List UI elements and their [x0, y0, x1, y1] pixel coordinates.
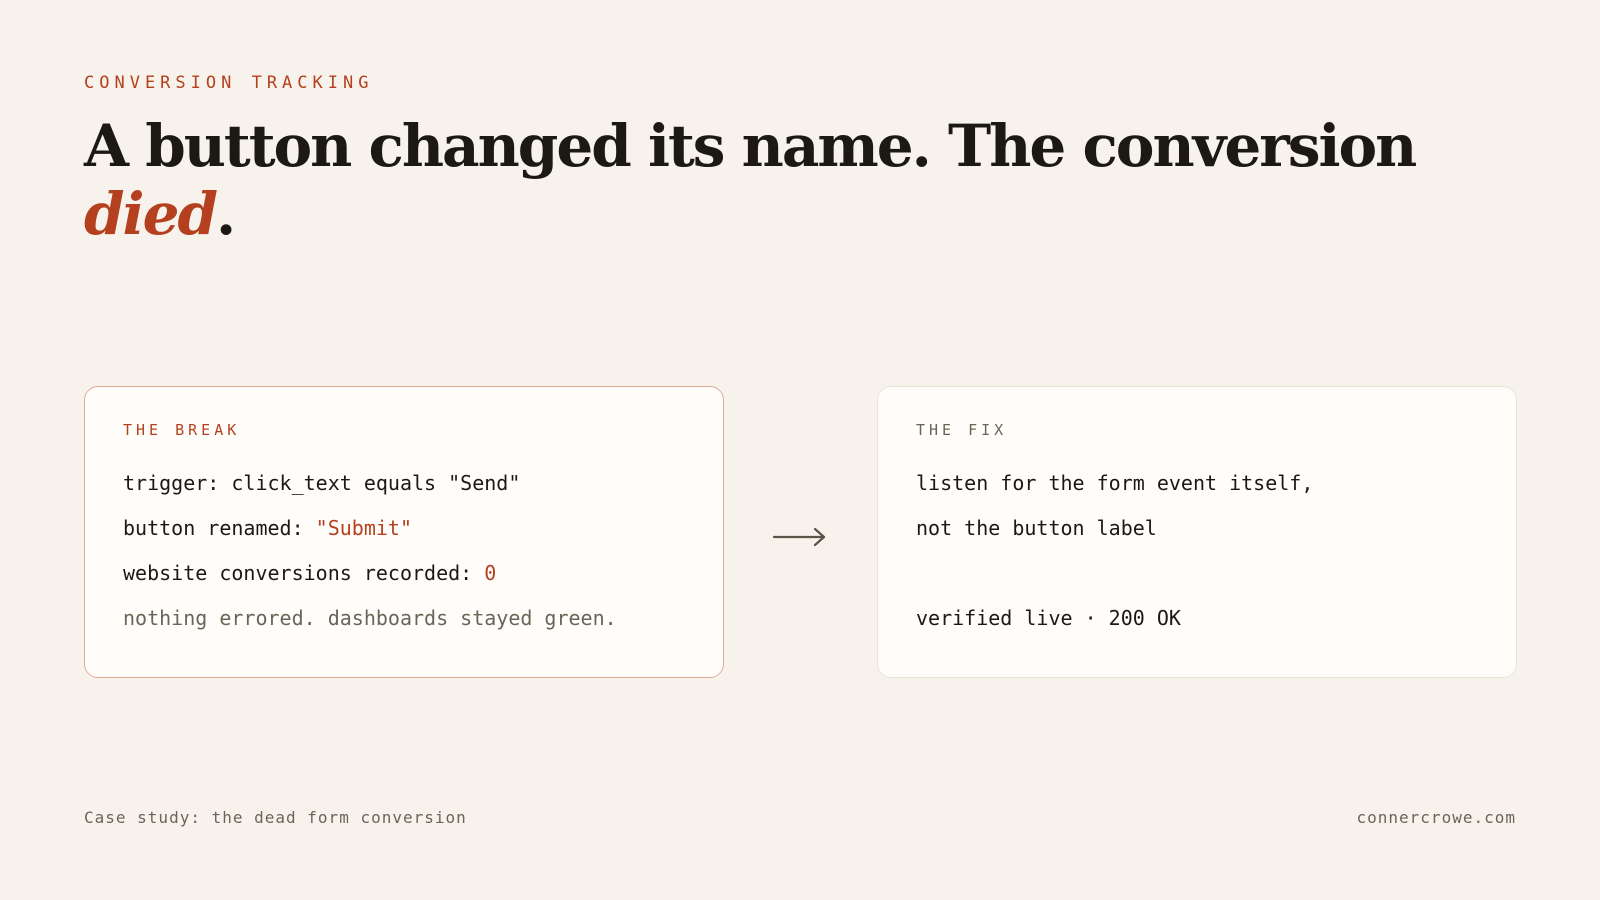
break-conversions-prefix: website conversions recorded:: [123, 561, 485, 585]
headline-end: .: [216, 180, 236, 248]
arrow-right-icon: [772, 527, 826, 547]
break-renamed-prefix: button renamed:: [123, 516, 316, 540]
break-card-label: THE BREAK: [123, 421, 241, 439]
footer-site-link[interactable]: connercrowe.com: [1357, 808, 1517, 827]
fix-line-1: listen for the form event itself,: [916, 471, 1314, 495]
eyebrow-label: CONVERSION TRACKING: [84, 73, 374, 93]
fix-card-label: THE FIX: [916, 421, 1008, 439]
fix-line-2: not the button label: [916, 516, 1157, 540]
break-card: THE BREAK trigger: click_text equals "Se…: [84, 386, 724, 678]
fix-spacer: [916, 551, 1478, 596]
break-conversions-line: website conversions recorded: 0: [123, 551, 685, 596]
break-conversions-value: 0: [484, 561, 497, 585]
break-note-line: nothing errored. dashboards stayed green…: [123, 606, 617, 630]
footer-case-study: Case study: the dead form conversion: [84, 808, 467, 827]
fix-card: THE FIX listen for the form event itself…: [877, 386, 1517, 678]
fix-verified-line: verified live · 200 OK: [916, 606, 1181, 630]
headline-main: A button changed its name. The conversio…: [84, 112, 1417, 180]
break-renamed-line: button renamed: "Submit": [123, 506, 685, 551]
page-title: A button changed its name. The conversio…: [84, 112, 1444, 248]
break-renamed-value: "Submit": [315, 516, 412, 540]
break-trigger-line: trigger: click_text equals "Send": [123, 471, 521, 495]
headline-accent: died: [84, 180, 218, 248]
